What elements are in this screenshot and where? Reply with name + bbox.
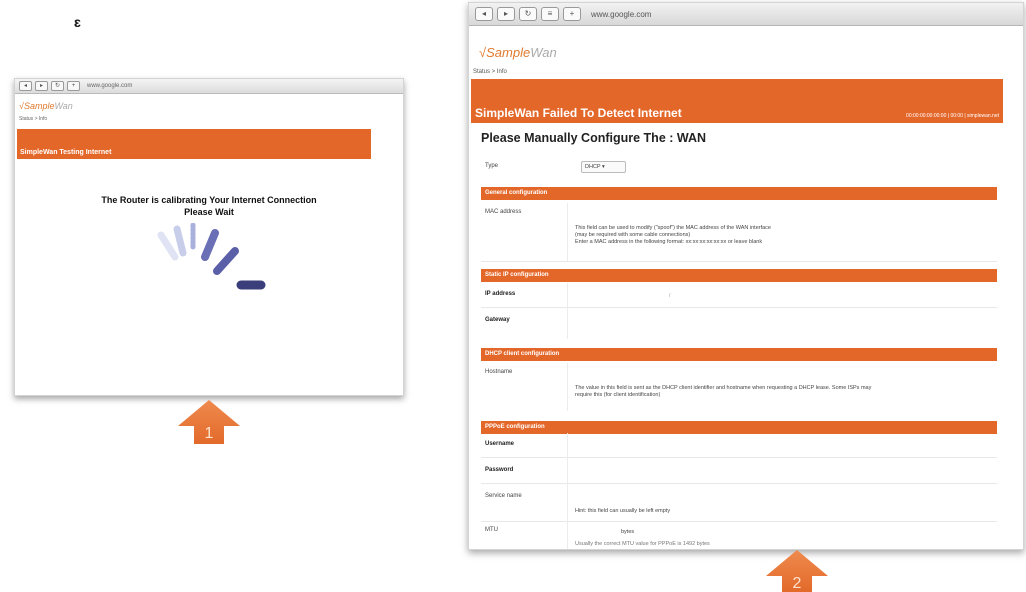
bookmarks-icon[interactable]: ≡ (541, 7, 559, 21)
forward-icon[interactable]: ▸ (35, 81, 48, 91)
help-line: (may be required with some cable connect… (575, 232, 691, 238)
status-banner: SimpleWan Failed To Detect Internet 00:0… (471, 79, 1003, 123)
logo-suffix: Wan (530, 45, 557, 60)
service-name-help: Hint: this field can usually be left emp… (575, 508, 671, 514)
logo-text: Sample (486, 45, 531, 60)
logo-suffix: Wan (54, 101, 73, 111)
banner-status-info: 00:00:00:00:00:00 | 00:00 | simplewan.ne… (906, 113, 999, 119)
type-select-value: DHCP (585, 164, 601, 170)
divider (567, 283, 568, 339)
message-line-2: Please Wait (184, 207, 234, 217)
add-tab-icon[interactable]: + (563, 7, 581, 21)
back-icon[interactable]: ◂ (475, 7, 493, 21)
help-line: Enter a MAC address in the following for… (575, 239, 763, 245)
banner-title: SimpleWan Failed To Detect Internet (475, 106, 682, 120)
gateway-label: Gateway (485, 317, 510, 323)
section-header-general: General configuration (481, 187, 997, 200)
step-arrow-2-icon: 2 (766, 550, 828, 592)
browser-toolbar: ◂ ▸ ↻ + www.google.com (15, 79, 403, 94)
divider (567, 203, 568, 261)
divider (481, 261, 997, 262)
breadcrumb[interactable]: Status > Info (473, 69, 507, 75)
mtu-unit: bytes (621, 529, 635, 535)
divider (481, 307, 997, 308)
step-number: 2 (793, 575, 802, 592)
hostname-help: The value in this field is sent as the D… (575, 385, 995, 399)
spinner-bar (173, 225, 187, 257)
type-label: Type (485, 163, 499, 169)
screenshot-manual-config: ◂ ▸ ↻ ≡ + www.google.com √SampleWan Stat… (468, 2, 1024, 550)
calibrating-message: The Router is calibrating Your Internet … (15, 194, 403, 218)
ip-address-label: IP address (485, 291, 516, 297)
password-label: Password (485, 467, 514, 473)
step-arrow-1-icon: 1 (178, 400, 240, 444)
section-header-dhcp: DHCP client configuration (481, 348, 997, 361)
mtu-label: MTU (485, 527, 498, 533)
reload-icon[interactable]: ↻ (51, 81, 64, 91)
loading-spinner-icon (157, 223, 266, 290)
section-title: Static IP configuration (485, 272, 549, 278)
back-icon[interactable]: ◂ (19, 81, 32, 91)
mac-address-help: This field can be used to modify ("spoof… (575, 225, 771, 246)
mac-address-label: MAC address (485, 209, 522, 215)
section-title: General configuration (485, 190, 548, 196)
step-number: 1 (205, 425, 214, 442)
chevron-down-icon: ▾ (602, 164, 605, 170)
divider (481, 521, 997, 522)
address-bar[interactable]: www.google.com (591, 10, 651, 19)
spinner-bar (201, 229, 219, 261)
reload-icon[interactable]: ↻ (519, 7, 537, 21)
section-title: PPPoE configuration (485, 424, 545, 430)
spinner-bar (213, 247, 239, 275)
divider (481, 483, 997, 484)
divider (567, 433, 568, 549)
section-header-static-ip: Static IP configuration (481, 269, 997, 282)
section-title: DHCP client configuration (485, 351, 560, 357)
service-name-label: Service name (485, 493, 522, 499)
section-header-pppoe: PPPoE configuration (481, 421, 997, 434)
stray-mark: ɛ (74, 14, 81, 30)
status-banner: SimpleWan Testing Internet (17, 129, 371, 159)
forward-icon[interactable]: ▸ (497, 7, 515, 21)
address-bar[interactable]: www.google.com (87, 83, 132, 89)
page-title: Please Manually Configure The : WAN (481, 131, 707, 145)
type-select[interactable]: DHCP ▾ (581, 161, 626, 173)
brand-logo: √SampleWan (479, 45, 557, 60)
divider (481, 457, 997, 458)
hostname-label: Hostname (485, 369, 513, 375)
mtu-help: Usually the correct MTU value for PPPoE … (575, 541, 710, 547)
logo-text: Sample (23, 101, 55, 111)
breadcrumb[interactable]: Status > Info (19, 116, 47, 122)
spinner-bar (157, 231, 179, 261)
help-line: This field can be used to modify ("spoof… (575, 225, 771, 231)
help-line: The value in this field is sent as the D… (575, 385, 872, 391)
username-label: Username (485, 441, 515, 447)
bookmark-icon[interactable]: + (67, 81, 80, 91)
banner-title: SimpleWan Testing Internet (20, 149, 112, 156)
brand-logo: √SampleWan (19, 101, 73, 111)
browser-toolbar: ◂ ▸ ↻ ≡ + www.google.com (469, 3, 1023, 26)
divider (567, 363, 568, 411)
message-line-1: The Router is calibrating Your Internet … (101, 195, 317, 205)
help-line: require this (for client identification) (575, 392, 661, 398)
screenshot-calibrating: ◂ ▸ ↻ + www.google.com √SampleWan Status… (14, 78, 404, 396)
ip-address-input[interactable]: / (669, 293, 670, 299)
